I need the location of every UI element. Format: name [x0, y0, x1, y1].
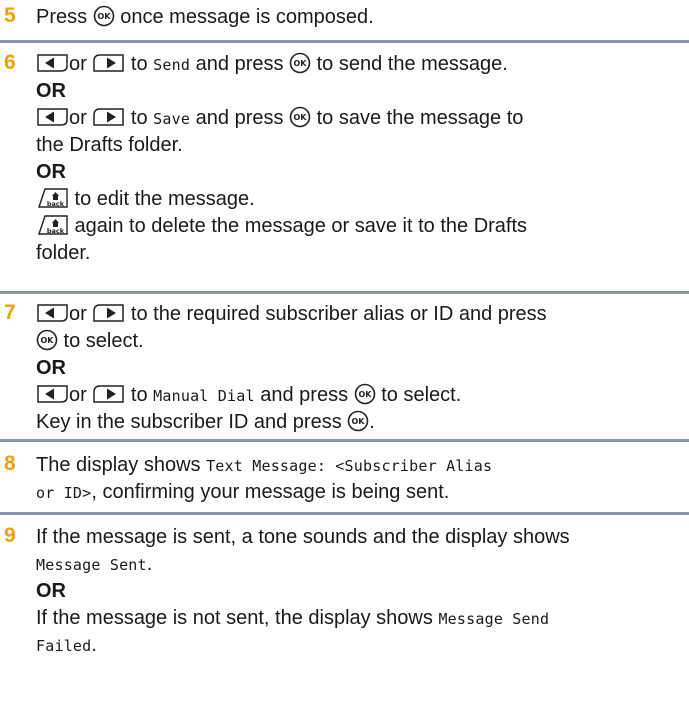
step-text: folder. — [36, 242, 91, 264]
right-arrow-key-icon — [92, 384, 125, 404]
step-text: The display shows Text Message: <Subscri… — [36, 454, 493, 476]
step-number: 9 — [4, 524, 16, 547]
display-text: Failed — [36, 637, 92, 655]
right-arrow-key-icon — [92, 53, 125, 73]
step-text: If the message is not sent, the display … — [36, 607, 550, 629]
left-arrow-key-icon — [36, 303, 69, 323]
step-number: 7 — [4, 301, 16, 324]
ok-button-icon: OK — [289, 52, 311, 74]
display-text: Send — [153, 56, 191, 74]
step-text: If the message is sent, a tone sounds an… — [36, 526, 570, 548]
step-divider — [0, 439, 689, 442]
step-text: or to the required subscriber alias or I… — [36, 301, 683, 328]
or-label: OR — [36, 161, 66, 183]
or-label: OR — [36, 580, 66, 602]
back-home-key-icon: back — [36, 214, 69, 236]
display-text: Message Send — [438, 610, 550, 628]
svg-text:OK: OK — [41, 336, 55, 345]
step-text: Message Sent. — [36, 553, 153, 575]
svg-text:OK: OK — [97, 12, 111, 21]
svg-text:back: back — [47, 200, 65, 208]
display-text: or ID> — [36, 484, 92, 502]
step-number: 5 — [4, 4, 16, 27]
step-number: 8 — [4, 452, 16, 475]
step-text: or to Manual Dial and press OK to select… — [36, 382, 683, 409]
display-text: Text Message: <Subscriber Alias — [206, 457, 493, 475]
svg-text:OK: OK — [358, 390, 372, 399]
left-arrow-key-icon — [36, 53, 69, 73]
left-arrow-key-icon — [36, 107, 69, 127]
back-home-key-icon: back — [36, 187, 69, 209]
display-text: Save — [153, 110, 191, 128]
step-divider — [0, 40, 689, 43]
ok-button-icon: OK — [36, 329, 58, 351]
display-text: Message Sent — [36, 556, 147, 574]
ok-button-icon: OK — [354, 383, 376, 405]
instruction-page: 5 Press OK once message is composed. 6 o… — [0, 0, 689, 725]
left-arrow-key-icon — [36, 384, 69, 404]
ok-button-icon: OK — [289, 106, 311, 128]
step-text: the Drafts folder. — [36, 134, 183, 156]
step-number: 6 — [4, 51, 16, 74]
or-label: OR — [36, 357, 66, 379]
step-text: or to Send and press OK to send the mess… — [36, 51, 683, 78]
or-label: OR — [36, 80, 66, 102]
right-arrow-key-icon — [92, 107, 125, 127]
step-text: OK to select. — [36, 328, 683, 355]
step-text: Failed. — [36, 634, 97, 656]
ok-button-icon: OK — [347, 410, 369, 432]
step-text: Press OK once message is composed. — [36, 5, 374, 28]
step-text: back again to delete the message or save… — [36, 213, 683, 240]
display-text: Manual Dial — [153, 387, 255, 405]
step-text: back to edit the message. — [36, 186, 683, 213]
step-text: or to Save and press OK to save the mess… — [36, 105, 683, 132]
svg-text:OK: OK — [294, 113, 308, 122]
svg-text:OK: OK — [294, 59, 308, 68]
step-divider — [0, 512, 689, 515]
svg-text:back: back — [47, 227, 65, 235]
step-text: Key in the subscriber ID and press OK. — [36, 410, 375, 433]
ok-button-icon: OK — [93, 5, 115, 27]
step-text: or ID>, confirming your message is being… — [36, 481, 450, 503]
svg-text:OK: OK — [352, 417, 366, 426]
step-divider — [0, 291, 689, 294]
right-arrow-key-icon — [92, 303, 125, 323]
